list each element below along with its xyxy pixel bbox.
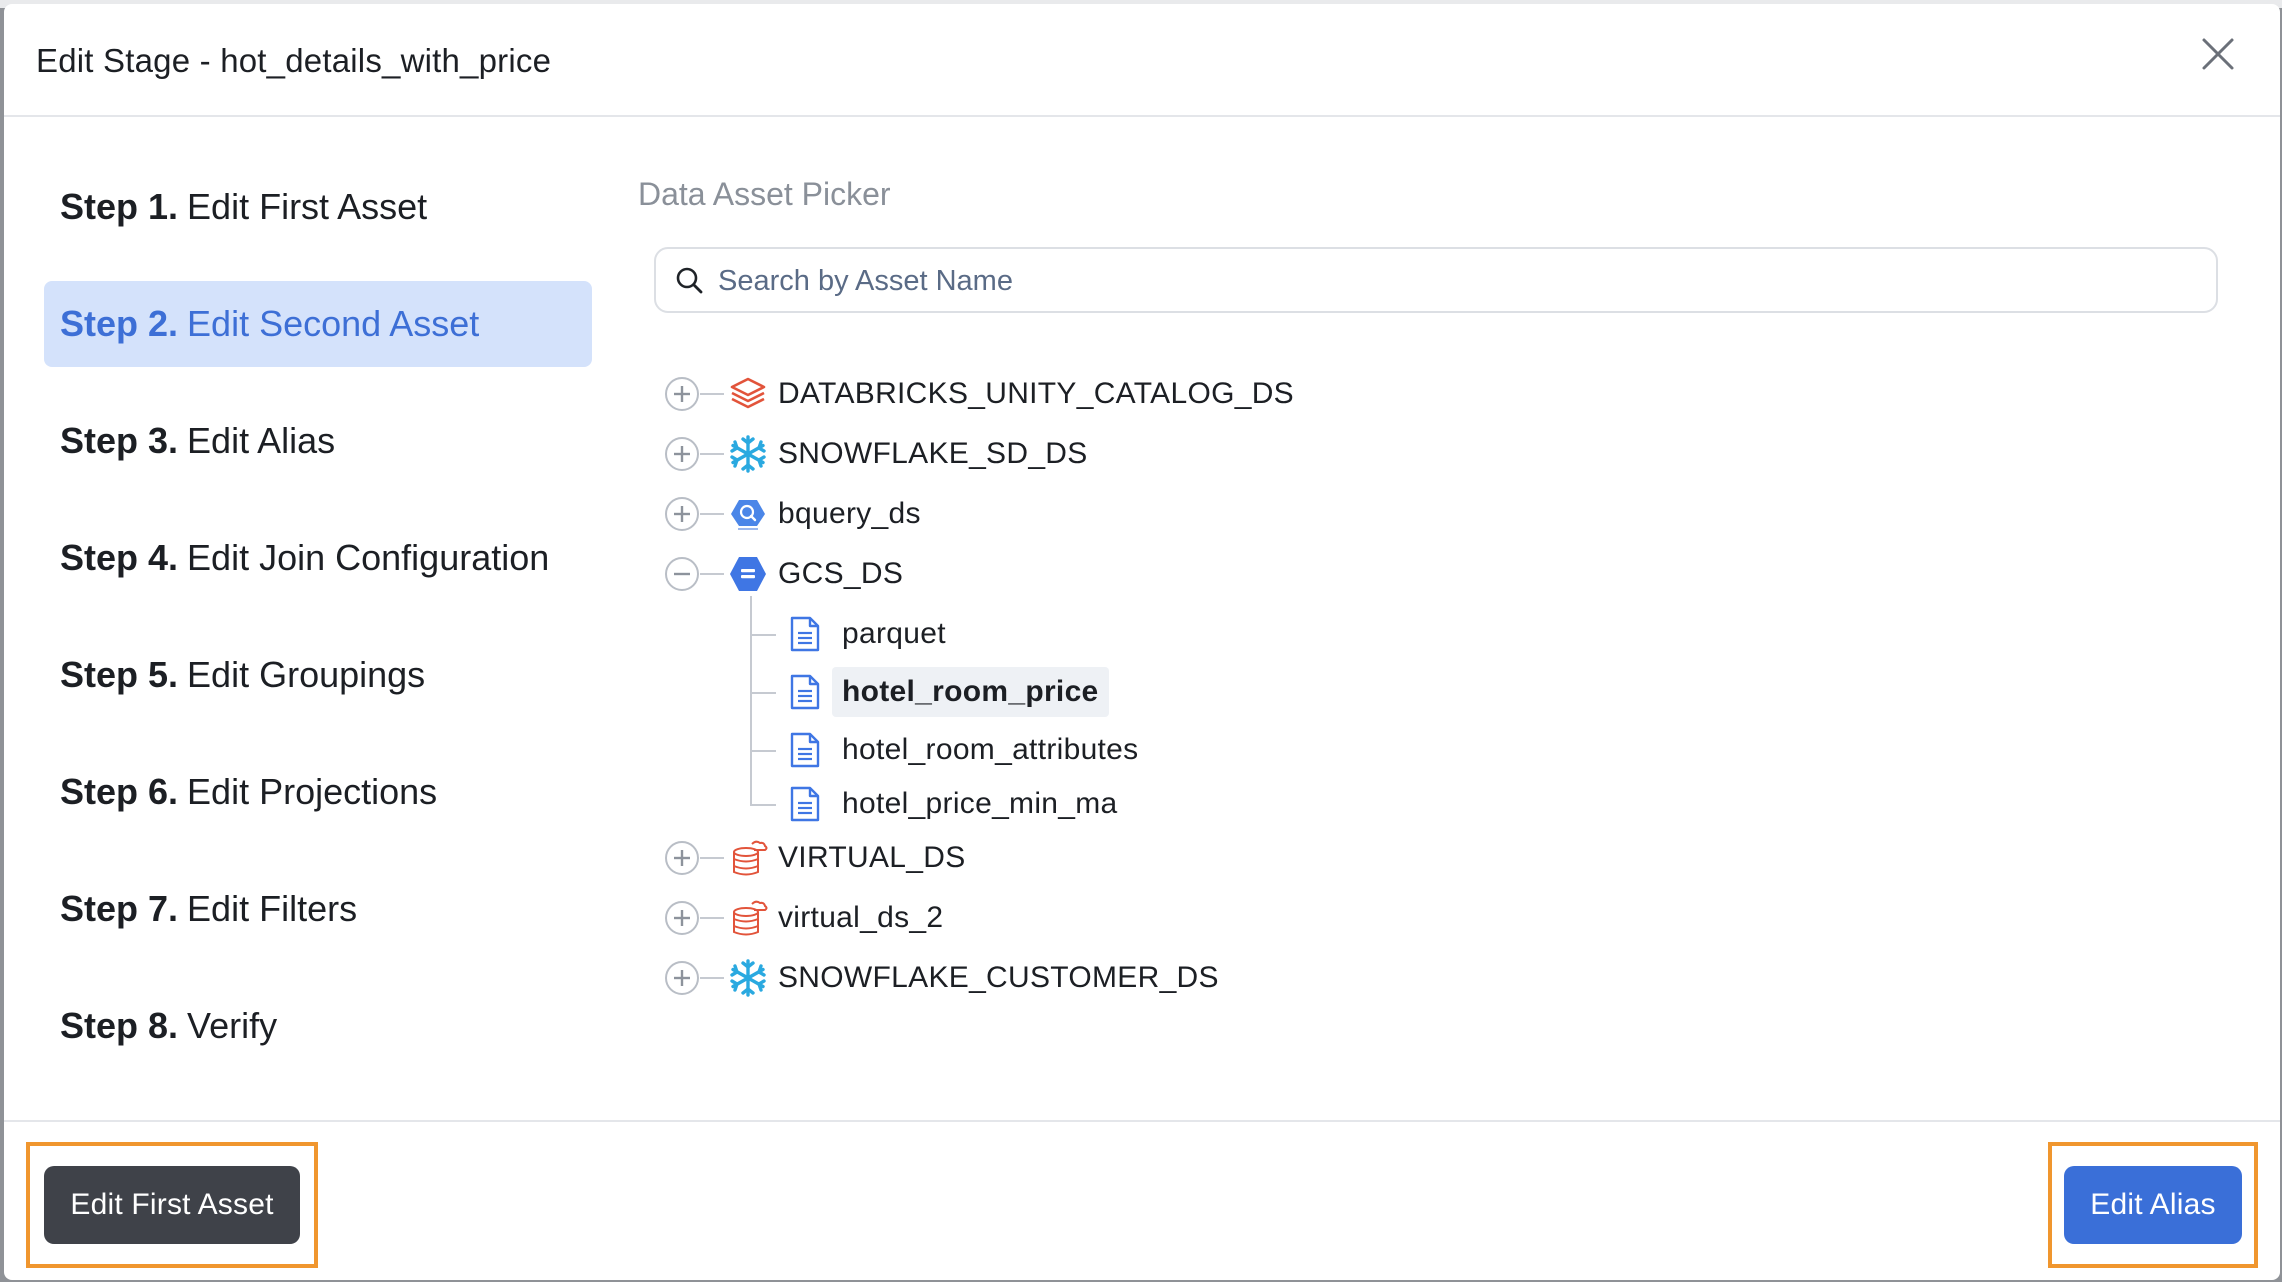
step-number: Step 6.	[60, 771, 179, 812]
tree-branch-line	[750, 596, 752, 806]
tree-node-snowflake-customer[interactable]: SNOWFLAKE_CUSTOMER_DS	[664, 954, 1219, 1002]
step-6-edit-projections[interactable]: Step 6. Edit Projections	[44, 749, 592, 835]
step-label: Edit Join Configuration	[187, 537, 550, 578]
expand-icon[interactable]	[664, 436, 700, 472]
tree-branch-line	[750, 692, 776, 694]
step-number: Step 7.	[60, 888, 179, 929]
data-asset-tree: DATABRICKS_UNITY_CATALOG_DS SNOWFLAKE_SD…	[664, 4, 2064, 1104]
step-number: Step 5.	[60, 654, 179, 695]
step-label: Edit Projections	[187, 771, 438, 812]
virtual-db-icon	[733, 840, 768, 876]
file-icon	[790, 786, 820, 822]
step-number: Step 1.	[60, 186, 179, 227]
tree-leaf-hotel-price-min-ma[interactable]: hotel_price_min_ma	[788, 780, 1118, 828]
expand-icon[interactable]	[664, 840, 700, 876]
close-icon[interactable]	[2196, 32, 2240, 76]
tree-node-databricks[interactable]: DATABRICKS_UNITY_CATALOG_DS	[664, 370, 1294, 418]
step-8-verify[interactable]: Step 8. Verify	[44, 983, 592, 1069]
tree-leaf-label: parquet	[842, 617, 946, 650]
collapse-icon[interactable]	[664, 556, 700, 592]
expand-icon[interactable]	[664, 960, 700, 996]
tree-node-label: VIRTUAL_DS	[778, 841, 966, 874]
databricks-icon	[730, 377, 766, 409]
step-label: Edit Alias	[187, 420, 336, 461]
tree-connector	[700, 393, 724, 395]
step-label: Edit Groupings	[187, 654, 426, 695]
tree-connector	[700, 917, 724, 919]
step-label: Edit Filters	[187, 888, 358, 929]
modal-title: Edit Stage - hot_details_with_price	[36, 42, 552, 79]
tree-node-bquery[interactable]: bquery_ds	[664, 490, 921, 538]
step-number: Step 8.	[60, 1005, 179, 1046]
step-3-edit-alias[interactable]: Step 3. Edit Alias	[44, 398, 592, 484]
snowflake-icon	[730, 435, 766, 473]
expand-icon[interactable]	[664, 496, 700, 532]
tree-leaf-hotel-room-price[interactable]: hotel_room_price	[788, 667, 1109, 717]
tree-node-snowflake-sd[interactable]: SNOWFLAKE_SD_DS	[664, 430, 1088, 478]
gcs-icon	[730, 557, 766, 591]
tree-connector	[700, 513, 724, 515]
tree-node-gcs[interactable]: GCS_DS	[664, 550, 903, 598]
edit-alias-button[interactable]: Edit Alias	[2064, 1166, 2242, 1244]
step-1-edit-first-asset[interactable]: Step 1. Edit First Asset	[44, 164, 592, 250]
tree-leaf-label: hotel_price_min_ma	[842, 787, 1118, 820]
tree-node-label: SNOWFLAKE_CUSTOMER_DS	[778, 961, 1219, 994]
tree-leaf-label-selected: hotel_room_price	[832, 667, 1109, 717]
modal-footer: Edit First Asset Edit Alias	[4, 1120, 2280, 1280]
step-list: Step 1. Edit First Asset Step 2. Edit Se…	[44, 164, 592, 1100]
step-number: Step 2.	[60, 303, 179, 344]
file-icon	[790, 732, 820, 768]
edit-stage-modal: Edit Stage - hot_details_with_price Step…	[4, 4, 2280, 1280]
tree-connector	[700, 453, 724, 455]
tree-leaf-parquet[interactable]: parquet	[788, 610, 946, 658]
tree-branch-line	[750, 804, 776, 806]
tree-connector	[700, 857, 724, 859]
step-4-edit-join-configuration[interactable]: Step 4. Edit Join Configuration	[44, 515, 592, 601]
tree-connector	[700, 977, 724, 979]
step-5-edit-groupings[interactable]: Step 5. Edit Groupings	[44, 632, 592, 718]
step-number: Step 3.	[60, 420, 179, 461]
tree-node-label: SNOWFLAKE_SD_DS	[778, 437, 1088, 470]
tree-node-label: virtual_ds_2	[778, 901, 944, 934]
tree-branch-line	[750, 750, 776, 752]
tree-branch-line	[750, 634, 776, 636]
tree-leaf-label: hotel_room_attributes	[842, 733, 1139, 766]
tree-node-virtual-ds-2[interactable]: virtual_ds_2	[664, 894, 943, 942]
edit-first-asset-button[interactable]: Edit First Asset	[44, 1166, 300, 1244]
bigquery-icon	[731, 500, 765, 530]
file-icon	[790, 674, 820, 710]
virtual-db-icon	[733, 900, 768, 936]
step-label: Edit Second Asset	[187, 303, 480, 344]
step-7-edit-filters[interactable]: Step 7. Edit Filters	[44, 866, 592, 952]
step-label: Verify	[187, 1005, 278, 1046]
step-label: Edit First Asset	[187, 186, 428, 227]
file-icon	[790, 616, 820, 652]
tree-node-label: bquery_ds	[778, 497, 921, 530]
step-number: Step 4.	[60, 537, 179, 578]
step-2-edit-second-asset[interactable]: Step 2. Edit Second Asset	[44, 281, 592, 367]
snowflake-icon	[730, 959, 766, 997]
tree-leaf-hotel-room-attributes[interactable]: hotel_room_attributes	[788, 726, 1138, 774]
expand-icon[interactable]	[664, 376, 700, 412]
expand-icon[interactable]	[664, 900, 700, 936]
tree-node-label: GCS_DS	[778, 557, 904, 590]
tree-node-label: DATABRICKS_UNITY_CATALOG_DS	[778, 377, 1294, 410]
tree-connector	[700, 573, 724, 575]
tree-node-virtual-ds[interactable]: VIRTUAL_DS	[664, 834, 966, 882]
